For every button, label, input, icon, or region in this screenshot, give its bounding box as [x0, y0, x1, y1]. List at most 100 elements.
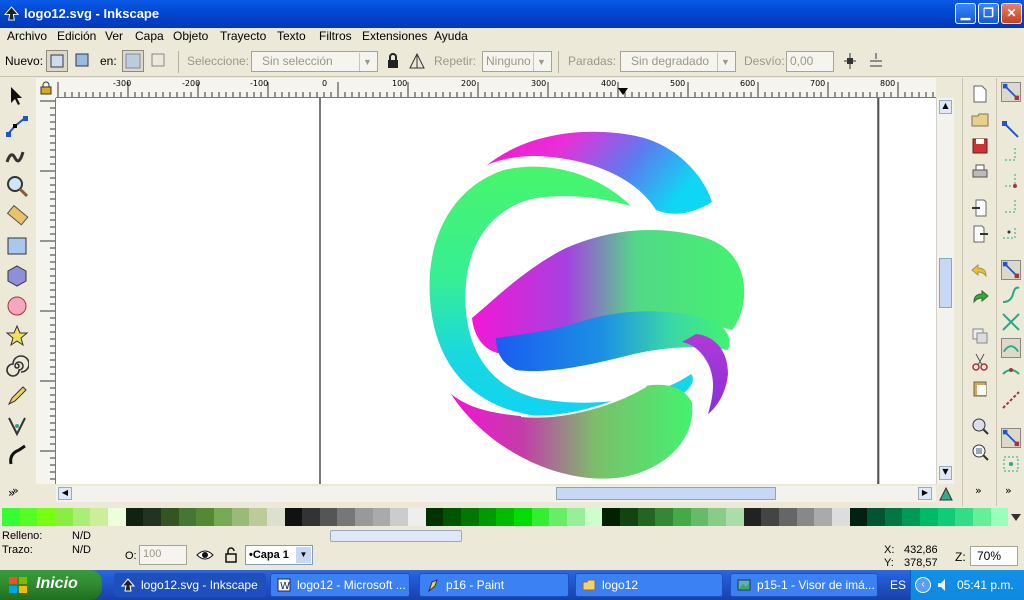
palette-swatch[interactable] — [160, 508, 179, 526]
volume-icon[interactable] — [937, 578, 951, 592]
palette-swatch[interactable] — [54, 508, 73, 526]
horizontal-scrollbar[interactable]: ◀ ▶ — [56, 486, 936, 502]
task-word[interactable]: W logo12 - Microsoft ... — [270, 573, 410, 597]
menu-texto[interactable]: Texto — [277, 29, 306, 43]
task-folder[interactable]: logo12 — [575, 573, 723, 597]
menu-ayuda[interactable]: Ayuda — [434, 29, 468, 43]
delete-stop-button[interactable] — [866, 51, 888, 73]
zoom-fit-icon[interactable] — [970, 416, 990, 436]
new-gradient-linear-button[interactable] — [46, 50, 68, 72]
palette-swatch[interactable] — [937, 508, 956, 526]
menu-filtros[interactable]: Filtros — [319, 29, 352, 43]
lock-button[interactable] — [383, 51, 405, 73]
save-icon[interactable] — [970, 136, 990, 156]
palette-swatch[interactable] — [90, 508, 108, 526]
export-icon[interactable] — [970, 224, 990, 244]
palette-swatch[interactable] — [2, 508, 20, 526]
palette-swatch[interactable] — [355, 508, 373, 526]
menu-edicion[interactable]: Edición — [57, 29, 96, 43]
snap-bbox-midpoint-icon[interactable] — [1001, 198, 1021, 218]
palette-swatch[interactable] — [796, 508, 815, 526]
calligraphy-tool-icon[interactable] — [5, 444, 29, 468]
snap-smooth-icon[interactable] — [1001, 364, 1021, 384]
snap-bbox-edge-icon[interactable] — [1001, 146, 1021, 166]
menu-objeto[interactable]: Objeto — [173, 29, 208, 43]
palette-swatch[interactable] — [549, 508, 567, 526]
color-picker-corner-icon[interactable] — [938, 486, 954, 502]
palette-swatch[interactable] — [637, 508, 656, 526]
pen-tool-icon[interactable] — [5, 414, 29, 438]
snap-midpoint-icon[interactable] — [1001, 390, 1021, 410]
palette-swatch[interactable] — [196, 508, 214, 526]
minimize-button[interactable]: ▁ — [955, 3, 976, 24]
rectangle-tool-icon[interactable] — [5, 234, 29, 258]
reverse-button[interactable] — [407, 51, 429, 73]
palette-swatch[interactable] — [584, 508, 603, 526]
scroll-up-arrow-icon[interactable]: ▲ — [939, 100, 952, 114]
menu-trayecto[interactable]: Trayecto — [220, 29, 266, 43]
layer-dropdown[interactable]: •Capa 1 ▼ — [245, 545, 313, 565]
palette-swatch[interactable] — [884, 508, 903, 526]
palette-swatch[interactable] — [266, 508, 285, 526]
undo-icon[interactable] — [970, 262, 990, 282]
snap-intersection-icon[interactable] — [1001, 312, 1021, 332]
vertical-scrollbar[interactable]: ▲ ▼ — [936, 98, 954, 484]
palette-swatch[interactable] — [602, 508, 620, 526]
palette-swatch[interactable] — [107, 508, 126, 526]
3d-box-tool-icon[interactable] — [5, 264, 29, 288]
palette-swatch[interactable] — [178, 508, 197, 526]
fill-value[interactable]: N/D — [72, 530, 91, 542]
language-indicator[interactable]: ES — [890, 578, 906, 592]
measure-tool-icon[interactable] — [5, 204, 29, 228]
snap-bbox-corner-icon[interactable] — [1001, 172, 1021, 192]
snap-enable-icon[interactable] — [1001, 82, 1021, 102]
palette-swatch[interactable] — [567, 508, 585, 526]
offset-spinner[interactable]: 0,00 — [786, 51, 834, 72]
palette-swatch[interactable] — [690, 508, 709, 526]
close-button[interactable]: ✕ — [1001, 3, 1022, 24]
palette-overflow-icon[interactable]: » — [8, 486, 15, 500]
pencil-tool-icon[interactable] — [5, 384, 29, 408]
menu-ver[interactable]: Ver — [105, 29, 123, 43]
palette-swatch[interactable] — [478, 508, 497, 526]
import-icon[interactable] — [970, 198, 990, 218]
ellipse-tool-icon[interactable] — [5, 294, 29, 318]
new-gradient-radial-button[interactable] — [72, 50, 94, 72]
palette-swatch[interactable] — [778, 508, 797, 526]
palette-swatch[interactable] — [619, 508, 638, 526]
title-bar[interactable]: logo12.svg - Inkscape ▁ ❐ ✕ — [0, 0, 1024, 28]
palette-swatch[interactable] — [814, 508, 832, 526]
scroll-left-arrow-icon[interactable]: ◀ — [58, 487, 72, 500]
add-stop-button[interactable] — [840, 51, 862, 73]
clock[interactable]: 05:41 p.m. — [957, 578, 1014, 592]
palette-swatch[interactable] — [990, 508, 1009, 526]
scroll-down-arrow-icon[interactable]: ▼ — [939, 466, 952, 480]
start-button[interactable]: Inicio — [0, 570, 102, 600]
snap-path-icon[interactable] — [1001, 286, 1021, 306]
palette-swatch[interactable] — [867, 508, 885, 526]
palette-swatch[interactable] — [743, 508, 762, 526]
paste-icon[interactable] — [970, 378, 990, 398]
palette-swatch[interactable] — [920, 508, 938, 526]
drawing-canvas[interactable] — [56, 98, 936, 484]
zoom-field[interactable]: 70% — [970, 546, 1018, 566]
tweak-tool-icon[interactable] — [5, 144, 29, 168]
palette-swatch[interactable] — [973, 508, 991, 526]
opacity-spinner[interactable]: 100 — [139, 545, 187, 565]
palette-swatch[interactable] — [284, 508, 303, 526]
palette-swatch[interactable] — [408, 508, 426, 526]
snap-center-icon[interactable] — [1001, 454, 1021, 474]
palette-swatch[interactable] — [514, 508, 532, 526]
palette-swatch[interactable] — [231, 508, 250, 526]
zoom-drawing-icon[interactable] — [970, 442, 990, 462]
palette-swatch[interactable] — [849, 508, 868, 526]
palette-swatch[interactable] — [708, 508, 726, 526]
palette-swatch[interactable] — [302, 508, 320, 526]
palette-swatch[interactable] — [655, 508, 673, 526]
menu-extensiones[interactable]: Extensiones — [362, 29, 427, 43]
palette-swatch[interactable] — [443, 508, 462, 526]
palette-swatch[interactable] — [213, 508, 232, 526]
palette-swatch[interactable] — [249, 508, 267, 526]
menu-capa[interactable]: Capa — [135, 29, 164, 43]
eye-icon[interactable] — [196, 547, 214, 563]
